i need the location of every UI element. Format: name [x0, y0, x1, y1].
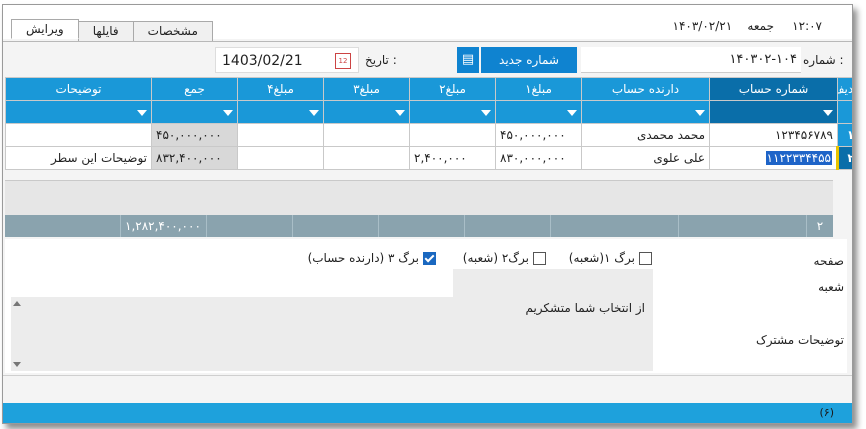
- col-amount-3[interactable]: مبلغ۳: [323, 77, 410, 101]
- notes-textarea[interactable]: از انتخاب شما متشکریم: [11, 297, 653, 371]
- grid-total-row: ۲ ۱,۲۸۲,۴۰۰,۰۰۰: [5, 215, 833, 237]
- description-cell[interactable]: توضیحات این سطر: [5, 146, 152, 170]
- notes-text: از انتخاب شما متشکریم: [525, 301, 645, 315]
- tab-edit[interactable]: ویرایش: [11, 19, 79, 39]
- filter-icon[interactable]: [5, 100, 152, 124]
- sum-cell: ۸۳۲,۴۰۰,۰۰۰: [151, 146, 238, 170]
- col-description[interactable]: توضیحات: [5, 77, 152, 101]
- amount4-cell[interactable]: [237, 123, 324, 147]
- col-row[interactable]: ردیف: [837, 77, 852, 101]
- bottom-strip: [3, 375, 852, 404]
- filter-icon[interactable]: [495, 100, 582, 124]
- accounts-grid: ردیف شماره حساب دارنده حساب مبلغ۱ مبلغ۲ …: [5, 77, 852, 170]
- amount2-cell[interactable]: ۲,۴۰۰,۰۰۰: [409, 146, 496, 170]
- col-account-number[interactable]: شماره حساب: [709, 77, 838, 101]
- holder-cell[interactable]: محمد محمدی: [581, 123, 710, 147]
- checkbox-label: برگ۲ (شعبه): [462, 251, 529, 265]
- total-cell: [378, 215, 465, 237]
- branch-label: شعبه: [818, 280, 844, 294]
- calendar-icon[interactable]: 12: [335, 53, 351, 69]
- account-selected-text[interactable]: ۱۱۲۲۳۳۴۴۵۵: [765, 151, 832, 165]
- date-label: تاریخ :: [365, 53, 397, 67]
- grid-empty-area[interactable]: [5, 180, 833, 215]
- account-cell-editing[interactable]: ۱۱۲۲۳۳۴۴۵۵: [709, 146, 839, 170]
- checkbox-box[interactable]: [639, 252, 652, 265]
- checkbox-sheet-3[interactable]: برگ ۳ (دارنده حساب): [308, 251, 436, 265]
- grid-header: ردیف شماره حساب دارنده حساب مبلغ۱ مبلغ۲ …: [5, 77, 852, 101]
- tab-files[interactable]: فایلها: [77, 21, 134, 41]
- checkbox-label: برگ ۱(شعبه): [568, 251, 635, 265]
- tab-properties[interactable]: مشخصات: [132, 21, 213, 41]
- col-amount-1[interactable]: مبلغ۱: [495, 77, 582, 101]
- total-cell: [464, 215, 551, 237]
- scroll-down-icon[interactable]: [13, 362, 21, 367]
- tab-strip: ویرایش فایلها مشخصات: [11, 19, 213, 41]
- checkbox-box[interactable]: [533, 252, 546, 265]
- filter-icon[interactable]: [409, 100, 496, 124]
- total-cell: [550, 215, 679, 237]
- amount4-cell[interactable]: [237, 146, 324, 170]
- col-amount-4[interactable]: مبلغ۴: [237, 77, 324, 101]
- filter-icon[interactable]: [237, 100, 324, 124]
- account-cell[interactable]: ۱۲۳۴۵۶۷۸۹: [709, 123, 838, 147]
- scroll-up-icon[interactable]: [13, 301, 21, 306]
- filter-icon[interactable]: [581, 100, 710, 124]
- amount3-cell[interactable]: [323, 123, 410, 147]
- total-cell: [678, 215, 807, 237]
- col-amount-2[interactable]: مبلغ۲: [409, 77, 496, 101]
- weekday: جمعه: [747, 19, 774, 33]
- description-cell[interactable]: [5, 123, 152, 147]
- total-count: ۲: [806, 215, 833, 237]
- status-bar: [3, 403, 852, 423]
- header-date: جمعه ۱۴۰۳/۰۲/۲۱: [673, 19, 775, 33]
- amount1-cell[interactable]: ۸۳۰,۰۰۰,۰۰۰: [495, 146, 582, 170]
- document-number-field[interactable]: ۱۴۰۳۰۲-۱۰۴: [581, 47, 801, 73]
- checkbox-checked[interactable]: [423, 252, 436, 265]
- app-window: ویرایش فایلها مشخصات ۱۲:۰۷ جمعه ۱۴۰۳/۰۲/…: [2, 4, 853, 424]
- row-number: ۲: [837, 146, 852, 170]
- number-label: شماره :: [803, 53, 844, 67]
- amount2-cell[interactable]: [409, 123, 496, 147]
- filter-row: [5, 100, 852, 124]
- list-icon[interactable]: ▤: [457, 47, 479, 73]
- notes-label: توضیحات مشترک: [756, 333, 844, 347]
- filter-icon[interactable]: [323, 100, 410, 124]
- total-cell: [206, 215, 293, 237]
- page-label: صفحه: [813, 254, 844, 268]
- total-sum: ۱,۲۸۲,۴۰۰,۰۰۰: [120, 215, 207, 237]
- divider: [3, 41, 852, 42]
- new-number-button[interactable]: شماره جدید: [481, 47, 577, 73]
- amount3-cell[interactable]: [323, 146, 410, 170]
- total-cell: [292, 215, 379, 237]
- row-number: ۱: [837, 123, 852, 147]
- date-text: ۱۴۰۳/۰۲/۲۱: [672, 19, 733, 33]
- filter-cell: [837, 100, 852, 124]
- table-row[interactable]: ۱ ۱۲۳۴۵۶۷۸۹ محمد محمدی ۴۵۰,۰۰۰,۰۰۰ ۴۵۰,۰…: [5, 123, 852, 147]
- col-sum[interactable]: جمع: [151, 77, 238, 101]
- branch-field[interactable]: [453, 269, 653, 297]
- clock: ۱۲:۰۷: [792, 19, 822, 33]
- checkbox-sheet-2[interactable]: برگ۲ (شعبه): [463, 251, 546, 265]
- holder-cell[interactable]: علی علوی: [581, 146, 710, 170]
- sum-cell: ۴۵۰,۰۰۰,۰۰۰: [151, 123, 238, 147]
- filter-icon[interactable]: [151, 100, 238, 124]
- amount1-cell[interactable]: ۴۵۰,۰۰۰,۰۰۰: [495, 123, 582, 147]
- table-row[interactable]: ۲ ۱۱۲۲۳۳۴۴۵۵ علی علوی ۸۳۰,۰۰۰,۰۰۰ ۲,۴۰۰,…: [5, 146, 852, 170]
- filter-icon[interactable]: [709, 100, 838, 124]
- col-holder[interactable]: دارنده حساب: [581, 77, 710, 101]
- checkbox-label: برگ ۳ (دارنده حساب): [307, 251, 419, 265]
- checkbox-sheet-1[interactable]: برگ ۱(شعبه): [569, 251, 652, 265]
- footer-hint: (۶): [819, 406, 835, 419]
